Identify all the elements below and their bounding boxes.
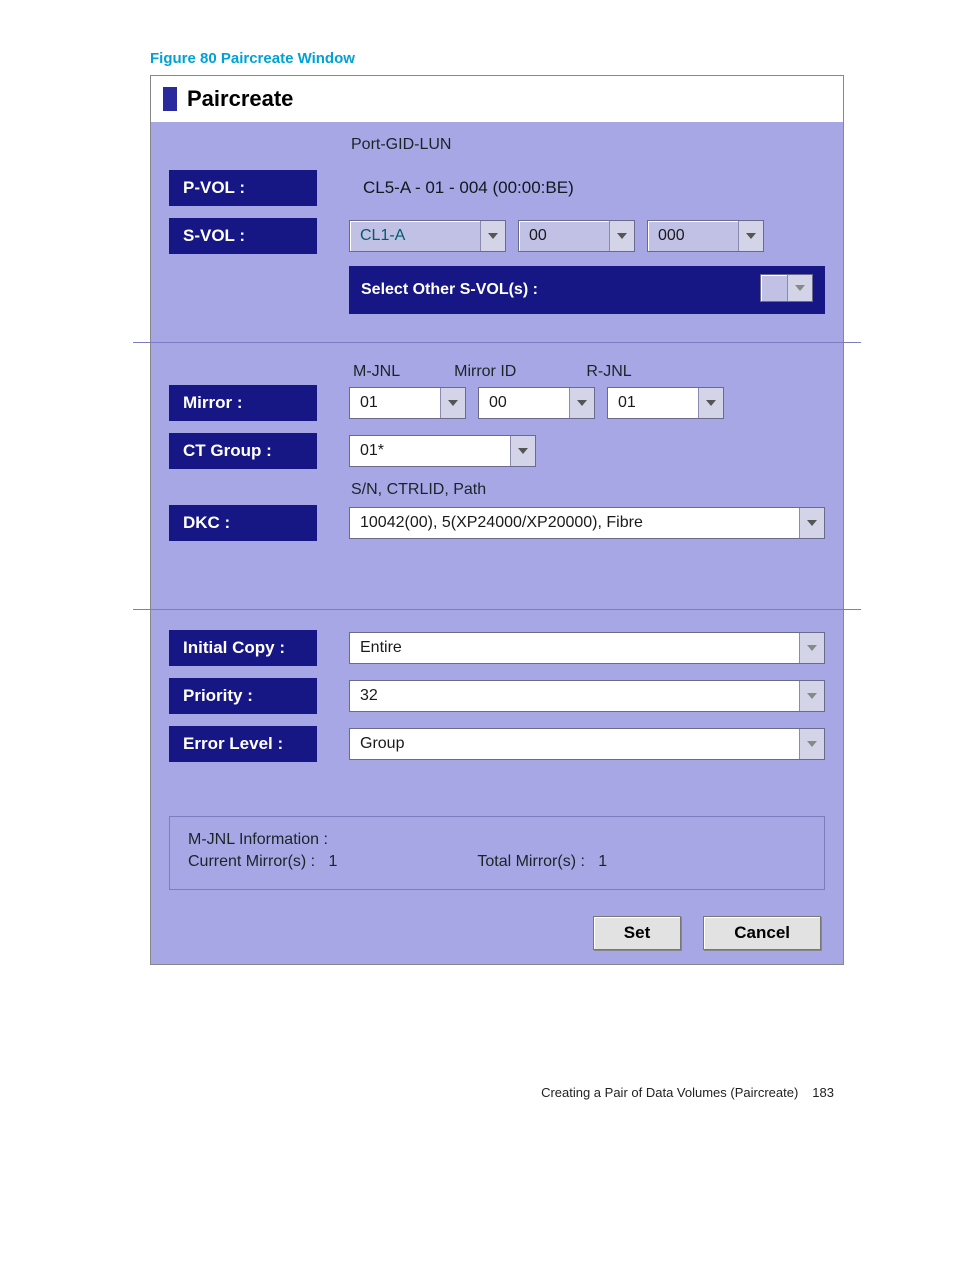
chevron-down-icon [698,388,723,418]
chevron-down-icon [799,633,824,663]
svol-port-select[interactable]: CL1-A [349,220,506,252]
mirrorid-value: 00 [479,388,569,418]
svol-gid-value: 00 [519,221,609,251]
chevron-down-icon [787,275,812,301]
initial-copy-select[interactable]: Entire [349,632,825,664]
title-marker-icon [163,87,177,111]
current-mirrors-label: Current Mirror(s) : [188,853,315,870]
chevron-down-icon [799,729,824,759]
figure-caption: Figure 80 Paircreate Window [150,50,844,67]
chevron-down-icon [799,681,824,711]
page-footer: Creating a Pair of Data Volumes (Paircre… [150,1085,844,1100]
svol-lun-value: 000 [648,221,738,251]
copy-section: Initial Copy : Entire Priority : 32 [151,616,843,804]
select-other-svol-label: Select Other S-VOL(s) : [361,281,538,299]
initial-copy-label: Initial Copy : [169,630,317,666]
chevron-down-icon [738,221,763,251]
select-other-svol[interactable]: Select Other S-VOL(s) : [349,266,825,314]
chevron-down-icon [609,221,634,251]
svol-port-value: CL1-A [350,221,480,251]
footer-text: Creating a Pair of Data Volumes (Paircre… [541,1085,798,1100]
pvol-value: CL5-A - 01 - 004 (00:00:BE) [349,178,574,198]
ctgroup-label: CT Group : [169,433,317,469]
mirror-section: M-JNL Mirror ID R-JNL Mirror : 01 [151,349,843,603]
rjnl-select[interactable]: 01 [607,387,724,419]
dkc-select[interactable]: 10042(00), 5(XP24000/XP20000), Fibre [349,507,825,539]
dialog-title: Paircreate [187,86,293,112]
svol-gid-select[interactable]: 00 [518,220,635,252]
chevron-down-icon [510,436,535,466]
port-gid-lun-header: Port-GID-LUN [349,136,825,158]
set-button[interactable]: Set [593,916,681,950]
mjnl-info-box: M-JNL Information : Current Mirror(s) : … [169,816,825,890]
rjnl-value: 01 [608,388,698,418]
paircreate-dialog: Paircreate Port-GID-LUN P-VOL : CL5-A - … [150,75,844,965]
page-number: 183 [812,1085,834,1100]
cancel-button[interactable]: Cancel [703,916,821,950]
svol-label: S-VOL : [169,218,317,254]
chevron-down-icon [480,221,505,251]
chevron-down-icon [569,388,594,418]
dkc-header: S/N, CTRLID, Path [349,481,825,503]
priority-value: 32 [350,681,799,711]
dkc-value: 10042(00), 5(XP24000/XP20000), Fibre [350,508,799,538]
rjnl-header: R-JNL [586,363,631,381]
ctgroup-value: 01* [350,436,510,466]
dialog-title-bar: Paircreate [151,76,843,122]
section-divider [133,609,861,610]
priority-label: Priority : [169,678,317,714]
dkc-label: DKC : [169,505,317,541]
initial-copy-value: Entire [350,633,799,663]
button-row: Set Cancel [151,904,843,964]
mjnl-select[interactable]: 01 [349,387,466,419]
chevron-down-icon [799,508,824,538]
total-mirrors-label: Total Mirror(s) : [477,853,585,870]
mjnl-info-title: M-JNL Information : [188,831,806,849]
error-level-value: Group [350,729,799,759]
svol-lun-select[interactable]: 000 [647,220,764,252]
pvol-label: P-VOL : [169,170,317,206]
mirrorid-header: Mirror ID [454,363,516,381]
error-level-label: Error Level : [169,726,317,762]
mirror-label: Mirror : [169,385,317,421]
section-divider [133,342,861,343]
current-mirrors-value: 1 [328,853,337,870]
ctgroup-select[interactable]: 01* [349,435,536,467]
total-mirrors-value: 1 [598,853,607,870]
chevron-down-icon [440,388,465,418]
volume-section: Port-GID-LUN P-VOL : CL5-A - 01 - 004 (0… [151,122,843,336]
error-level-select[interactable]: Group [349,728,825,760]
priority-select[interactable]: 32 [349,680,825,712]
mjnl-value: 01 [350,388,440,418]
mjnl-header: M-JNL [353,363,400,381]
mirrorid-select[interactable]: 00 [478,387,595,419]
